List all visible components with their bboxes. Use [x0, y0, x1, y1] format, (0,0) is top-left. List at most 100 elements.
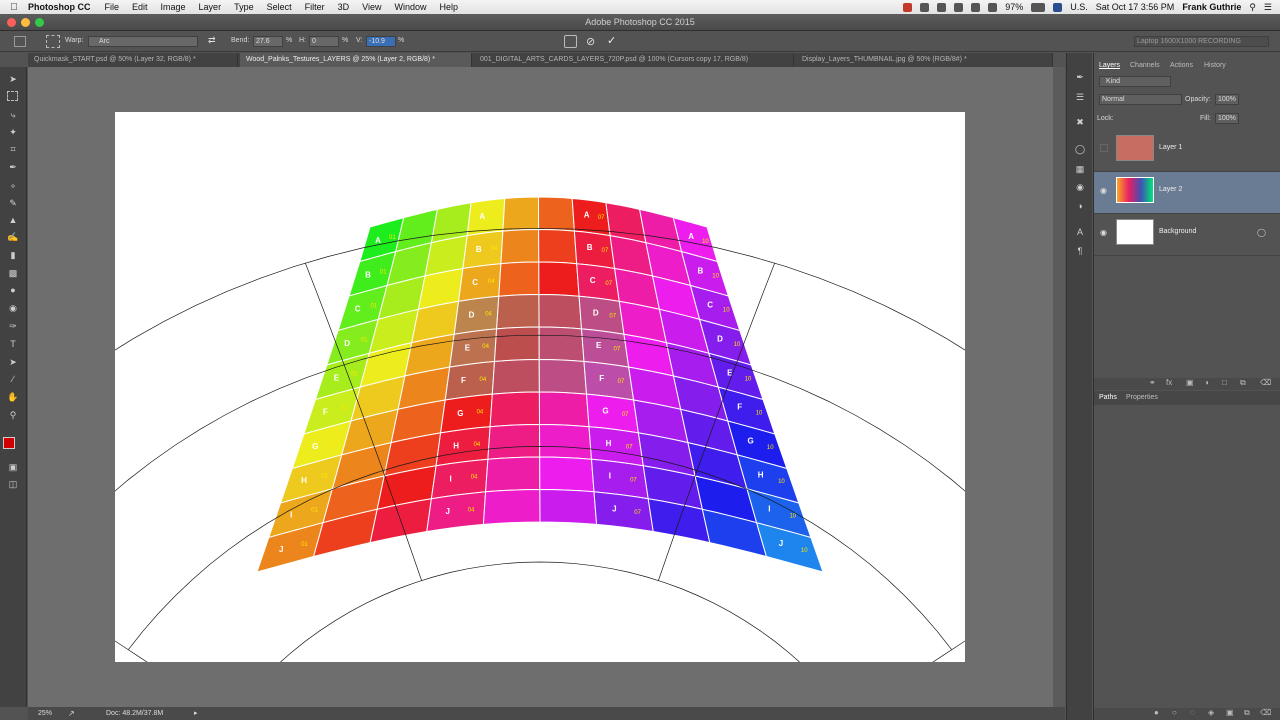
- menu-image[interactable]: Image: [161, 2, 186, 12]
- warp-style-select[interactable]: Arc: [88, 36, 198, 47]
- warp-mesh-line[interactable]: [849, 520, 1155, 719]
- warp-mode-icon[interactable]: [46, 35, 60, 48]
- history-brush-tool-icon[interactable]: ✍: [6, 231, 20, 243]
- eyedropper-tool-icon[interactable]: ✒: [6, 161, 20, 173]
- adjustments-icon[interactable]: ◑: [1074, 200, 1086, 212]
- zoom-level[interactable]: 25%: [38, 707, 52, 720]
- menu-view[interactable]: View: [362, 2, 381, 12]
- layer-row-background[interactable]: ◉ Background ◯: [1094, 214, 1280, 256]
- menu-file[interactable]: File: [105, 2, 120, 12]
- share-icon[interactable]: ↗: [68, 707, 75, 720]
- layer-filter-kind[interactable]: Kind: [1099, 76, 1171, 87]
- screen-mode-icon[interactable]: ◫: [6, 478, 20, 490]
- line-tool-icon[interactable]: ∕: [6, 373, 20, 385]
- dropbox-icon[interactable]: [937, 2, 947, 12]
- fill-path-icon[interactable]: ●: [1154, 708, 1159, 717]
- tool-presets-icon[interactable]: ✒: [1074, 71, 1086, 83]
- tab-history[interactable]: History: [1204, 62, 1226, 69]
- tool-preset-icon[interactable]: [14, 36, 26, 47]
- layer-name[interactable]: Layer 2: [1159, 186, 1182, 193]
- menu-select[interactable]: Select: [267, 2, 292, 12]
- make-work-path-icon[interactable]: ◈: [1208, 708, 1214, 717]
- tab-layers[interactable]: Layers: [1099, 62, 1120, 69]
- layer-name[interactable]: Layer 1: [1159, 144, 1182, 151]
- stroke-path-icon[interactable]: ○: [1172, 708, 1177, 717]
- move-tool-icon[interactable]: ➤: [6, 73, 20, 85]
- bend-input[interactable]: 27.6: [253, 36, 283, 47]
- tab-properties[interactable]: Properties: [1126, 394, 1158, 401]
- bluetooth-icon[interactable]: [971, 2, 981, 12]
- adjustment-layer-icon[interactable]: ◑: [1204, 378, 1209, 387]
- eraser-tool-icon[interactable]: ▮: [6, 249, 20, 261]
- vertical-scrollbar[interactable]: [1053, 67, 1065, 707]
- menu-window[interactable]: Window: [394, 2, 426, 12]
- add-mask-icon[interactable]: ▣: [1186, 378, 1194, 387]
- tools-options-icon[interactable]: ✖: [1074, 116, 1086, 128]
- commit-transform-icon[interactable]: ✓: [607, 34, 616, 47]
- delete-layer-icon[interactable]: ⌫: [1260, 378, 1271, 387]
- v-distortion-input[interactable]: -10.9: [366, 36, 396, 47]
- toggle-warp-icon[interactable]: [564, 35, 577, 48]
- tab-paths[interactable]: Paths: [1099, 394, 1117, 401]
- tab-channels[interactable]: Channels: [1130, 62, 1160, 69]
- load-selection-icon[interactable]: ◌: [1190, 708, 1195, 717]
- tab-quickmask[interactable]: Quickmask_START.psd @ 50% (Layer 32, RGB…: [28, 53, 238, 67]
- apple-menu-icon[interactable]: : [0, 2, 28, 13]
- app-menu[interactable]: Photoshop CC: [28, 2, 91, 12]
- clone-stamp-tool-icon[interactable]: ▲: [6, 214, 20, 226]
- warp-mesh-line[interactable]: [0, 521, 231, 719]
- canvas-area[interactable]: A 01 A 04 A 07 A 10 B 01 B 04 B 07 B 10 C 01 C 04 C 07 C 10 D 01 D…: [0, 67, 1156, 719]
- foreground-color-swatch[interactable]: [3, 437, 15, 449]
- warped-color-grid[interactable]: A 01 A 04 A 07 A 10 B 01 B 04 B 07 B 10 C 01 C 04 C 07 C 10 D 01 D…: [0, 112, 1156, 719]
- workspace-switcher[interactable]: Laptop 1600X1000 RECORDING: [1134, 36, 1269, 47]
- type-tool-icon[interactable]: T: [6, 338, 20, 350]
- tab-digital-arts-cards[interactable]: 001_DIGITAL_ARTS_CARDS_LAYERS_720P.psd @…: [474, 53, 794, 67]
- new-path-icon[interactable]: ⧉: [1244, 708, 1250, 718]
- healing-brush-tool-icon[interactable]: ⚬: [6, 180, 20, 192]
- character-icon[interactable]: A: [1074, 226, 1086, 238]
- cancel-transform-icon[interactable]: ⊘: [586, 35, 595, 48]
- tab-actions[interactable]: Actions: [1170, 62, 1193, 69]
- document-canvas[interactable]: A 01 A 04 A 07 A 10 B 01 B 04 B 07 B 10 C 01 C 04 C 07 C 10 D 01 D…: [0, 112, 1156, 719]
- add-mask-path-icon[interactable]: ▣: [1226, 708, 1234, 717]
- menu-help[interactable]: Help: [439, 2, 458, 12]
- menu-3d[interactable]: 3D: [338, 2, 350, 12]
- eye-icon[interactable]: ◉: [1100, 228, 1110, 238]
- quick-select-tool-icon[interactable]: ✦: [6, 126, 20, 138]
- layer-row-layer2[interactable]: ◉ Layer 2: [1094, 172, 1280, 214]
- dodge-tool-icon[interactable]: ◉: [6, 302, 20, 314]
- eye-icon[interactable]: ◉: [1100, 186, 1110, 196]
- status-icon[interactable]: [920, 2, 930, 12]
- layer-comps-icon[interactable]: ◯: [1074, 143, 1086, 155]
- layer-name[interactable]: Background: [1159, 228, 1196, 235]
- spotlight-icon[interactable]: ⚲: [1249, 2, 1256, 13]
- h-distortion-input[interactable]: 0: [309, 36, 339, 47]
- clock[interactable]: Sat Oct 17 3:56 PM: [1096, 2, 1175, 12]
- gradient-tool-icon[interactable]: ▩: [6, 267, 20, 279]
- brush-tool-icon[interactable]: ✎: [6, 197, 20, 209]
- visibility-toggle[interactable]: [1100, 144, 1108, 152]
- wifi-icon[interactable]: [954, 2, 964, 12]
- path-select-tool-icon[interactable]: ➤: [6, 356, 20, 368]
- warp-mesh-line[interactable]: [229, 561, 851, 719]
- input-source[interactable]: U.S.: [1070, 2, 1088, 12]
- zoom-tool-icon[interactable]: ⚲: [6, 409, 20, 421]
- styles-icon[interactable]: ◉: [1074, 181, 1086, 193]
- user-name[interactable]: Frank Guthrie: [1182, 2, 1241, 12]
- delete-path-icon[interactable]: ⌫: [1260, 708, 1271, 717]
- blur-tool-icon[interactable]: ●: [6, 284, 20, 296]
- record-icon[interactable]: [903, 2, 913, 12]
- opacity-input[interactable]: 100%: [1215, 94, 1239, 105]
- menu-edit[interactable]: Edit: [132, 2, 148, 12]
- blend-mode-select[interactable]: Normal: [1099, 94, 1182, 105]
- layer-row-layer1[interactable]: Layer 1: [1094, 130, 1280, 172]
- battery-icon[interactable]: [1031, 2, 1046, 12]
- status-menu-icon[interactable]: ▸: [194, 707, 198, 720]
- tab-display-layers[interactable]: Display_Layers_THUMBNAIL.jpg @ 50% (RGB/…: [796, 53, 1053, 67]
- new-layer-icon[interactable]: ⧉: [1240, 378, 1246, 388]
- menu-filter[interactable]: Filter: [305, 2, 325, 12]
- battery-percent[interactable]: 97%: [1005, 2, 1023, 12]
- quick-mask-icon[interactable]: ▣: [6, 461, 20, 473]
- marquee-tool-icon[interactable]: [7, 91, 18, 101]
- link-layers-icon[interactable]: ⚭: [1149, 378, 1156, 387]
